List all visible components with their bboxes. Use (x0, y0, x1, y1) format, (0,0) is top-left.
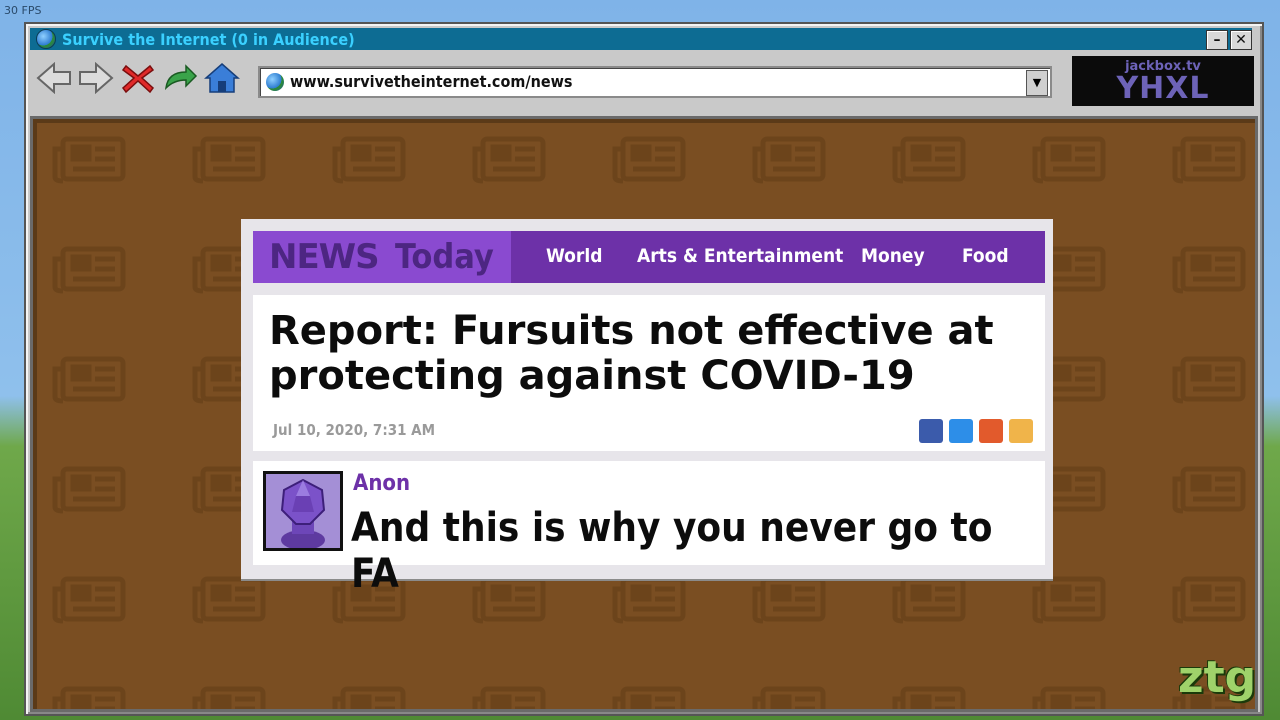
address-text: www.survivetheinternet.com/news (290, 72, 573, 91)
share-reddit-icon[interactable] (979, 419, 1003, 443)
comment: Anon And this is why you never go to FA (253, 461, 1045, 597)
share-email-icon[interactable] (1009, 419, 1033, 443)
stop-x-icon[interactable] (120, 62, 156, 94)
globe-icon (266, 73, 284, 91)
comment-author: Anon (353, 471, 411, 496)
page-content: NEWS Today World Arts & Entertainment Mo… (30, 116, 1258, 712)
avatar (263, 471, 343, 551)
article-date: Jul 10, 2020, 7:31 AM (273, 421, 436, 439)
logo-news-text: NEWS (269, 237, 380, 277)
fps-counter: 30 FPS (4, 4, 42, 17)
room-code-box: jackbox.tv YHXL (1072, 56, 1254, 106)
news-article-card: NEWS Today World Arts & Entertainment Mo… (241, 219, 1053, 597)
home-icon[interactable] (204, 62, 240, 94)
nav-arts-entertainment[interactable]: Arts & Entertainment (637, 245, 843, 267)
forward-arrow-icon[interactable] (78, 62, 114, 94)
share-facebook-icon[interactable] (919, 419, 943, 443)
chevron-down-icon[interactable]: ▼ (1026, 70, 1048, 96)
nav-food[interactable]: Food (962, 245, 1009, 267)
room-code: YHXL (1116, 71, 1210, 106)
back-arrow-icon[interactable] (36, 62, 72, 94)
headline-box: Report: Fursuits not effective at protec… (253, 295, 1045, 451)
comment-text: And this is why you never go to FA (351, 505, 993, 597)
article-headline: Report: Fursuits not effective at protec… (269, 308, 994, 399)
window-title: Survive the Internet (0 in Audience) (62, 29, 355, 49)
refresh-arrow-icon[interactable] (162, 62, 198, 94)
nav-world[interactable]: World (546, 245, 602, 267)
nav-money[interactable]: Money (861, 245, 925, 267)
title-bar: Survive the Internet (0 in Audience) – ✕ (30, 28, 1252, 50)
news-logo[interactable]: NEWS Today (253, 231, 511, 283)
news-navbar: NEWS Today World Arts & Entertainment Mo… (253, 231, 1045, 283)
logo-today-text: Today (395, 237, 494, 277)
share-twitter-icon[interactable] (949, 419, 973, 443)
globe-icon (36, 29, 56, 49)
browser-toolbar: www.survivetheinternet.com/news ▼ (30, 56, 1060, 98)
browser-window: Survive the Internet (0 in Audience) – ✕… (24, 22, 1264, 716)
ztg-watermark: ztg (1178, 652, 1257, 703)
minimize-button[interactable]: – (1206, 30, 1228, 50)
close-button[interactable]: ✕ (1230, 30, 1252, 50)
address-bar[interactable]: www.survivetheinternet.com/news ▼ (258, 66, 1052, 98)
